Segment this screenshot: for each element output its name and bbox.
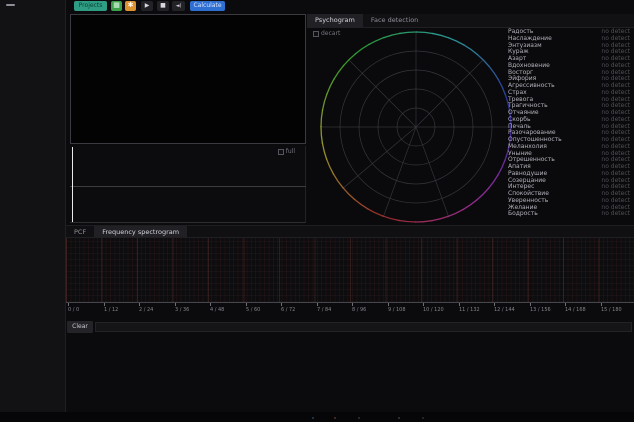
- taskbar-pixel: [334, 417, 336, 419]
- tab-face-detection[interactable]: Face detection: [363, 14, 426, 27]
- emotion-value: no detect: [601, 211, 630, 218]
- emotion-row: Бодрость no detect: [508, 211, 630, 218]
- axis-tick: [459, 303, 460, 306]
- taskbar-pixel: [422, 417, 424, 419]
- bottom-empty-panel: [66, 336, 634, 412]
- axis-tick-label: 8 / 96: [352, 307, 366, 313]
- axis-tick-label: 0 / 0: [68, 307, 79, 313]
- waveform-panel[interactable]: full: [70, 146, 306, 223]
- grid-icon[interactable]: ▦: [111, 1, 122, 11]
- axis-tick: [494, 303, 495, 306]
- axis-tick: [104, 303, 105, 306]
- emotion-list: Радостьno detectНаслаждениеno detectЭнту…: [508, 29, 630, 218]
- playhead[interactable]: [72, 147, 73, 222]
- stop-icon[interactable]: ■: [157, 1, 169, 11]
- spectrogram-tabbar: PCF Frequency spectrogram: [66, 225, 634, 238]
- bottom-edge-strip: [0, 412, 634, 422]
- axis-tick: [530, 303, 531, 306]
- axis-tick: [565, 303, 566, 306]
- tab-psychogram[interactable]: Psychogram: [307, 14, 363, 27]
- axis-tick: [388, 303, 389, 306]
- emotion-name: Бодрость: [508, 211, 538, 218]
- checkbox-box-icon: [278, 149, 284, 155]
- spectrogram-x-axis: 0 / 0 1 / 12 2 / 24 3 / 36 4 / 48 5 / 60 6 / 7…: [66, 302, 634, 316]
- projects-button[interactable]: Projects: [74, 1, 107, 11]
- psychogram-tabbar: Psychogram Face detection: [307, 14, 634, 28]
- axis-tick: [210, 303, 211, 306]
- axis-tick-label: 14 / 168: [565, 307, 586, 313]
- taskbar-pixel: [398, 417, 400, 419]
- taskbar-pixel: [312, 417, 314, 419]
- axis-tick-label: 10 / 120: [423, 307, 444, 313]
- record-icon[interactable]: ✱: [125, 1, 136, 11]
- axis-tick-label: 4 / 48: [210, 307, 224, 313]
- axis-tick-label: 2 / 24: [139, 307, 153, 313]
- psychogram-radar-chart: [316, 27, 516, 227]
- axis-tick: [139, 303, 140, 306]
- axis-tick: [281, 303, 282, 306]
- waveform-baseline: [70, 186, 306, 187]
- taskbar-pixel: [358, 417, 360, 419]
- axis-tick-label: 6 / 72: [281, 307, 295, 313]
- axis-tick-label: 7 / 84: [317, 307, 331, 313]
- full-checkbox[interactable]: full: [278, 148, 295, 155]
- axis-tick: [423, 303, 424, 306]
- axis-tick-label: 11 / 132: [459, 307, 480, 313]
- axis-tick: [175, 303, 176, 306]
- clear-button[interactable]: Clear: [67, 321, 93, 333]
- video-preview-panel: [70, 14, 306, 144]
- tab-pcf[interactable]: PCF: [66, 226, 94, 237]
- axis-tick: [246, 303, 247, 306]
- menu-icon[interactable]: [6, 4, 15, 6]
- axis-tick: [601, 303, 602, 306]
- psychogram-panel: Psychogram Face detection decart Радость…: [307, 14, 634, 225]
- calculate-button[interactable]: Calculate: [190, 1, 225, 11]
- axis-tick-label: 1 / 12: [104, 307, 118, 313]
- axis-tick: [68, 303, 69, 306]
- status-strip: [95, 322, 632, 332]
- spectrogram-plot: [66, 238, 634, 302]
- axis-tick: [317, 303, 318, 306]
- full-checkbox-label: full: [286, 148, 295, 155]
- tab-frequency-spectrogram[interactable]: Frequency spectrogram: [94, 226, 187, 237]
- left-sidebar: [0, 0, 66, 422]
- play-icon[interactable]: ▶: [141, 1, 153, 11]
- axis-tick: [352, 303, 353, 306]
- volume-icon[interactable]: ◄): [172, 1, 185, 11]
- axis-tick-label: 12 / 144: [494, 307, 515, 313]
- axis-tick-label: 15 / 180: [601, 307, 622, 313]
- axis-tick-label: 5 / 60: [246, 307, 260, 313]
- axis-tick-label: 3 / 36: [175, 307, 189, 313]
- axis-tick-label: 9 / 108: [388, 307, 406, 313]
- axis-tick-label: 13 / 156: [530, 307, 551, 313]
